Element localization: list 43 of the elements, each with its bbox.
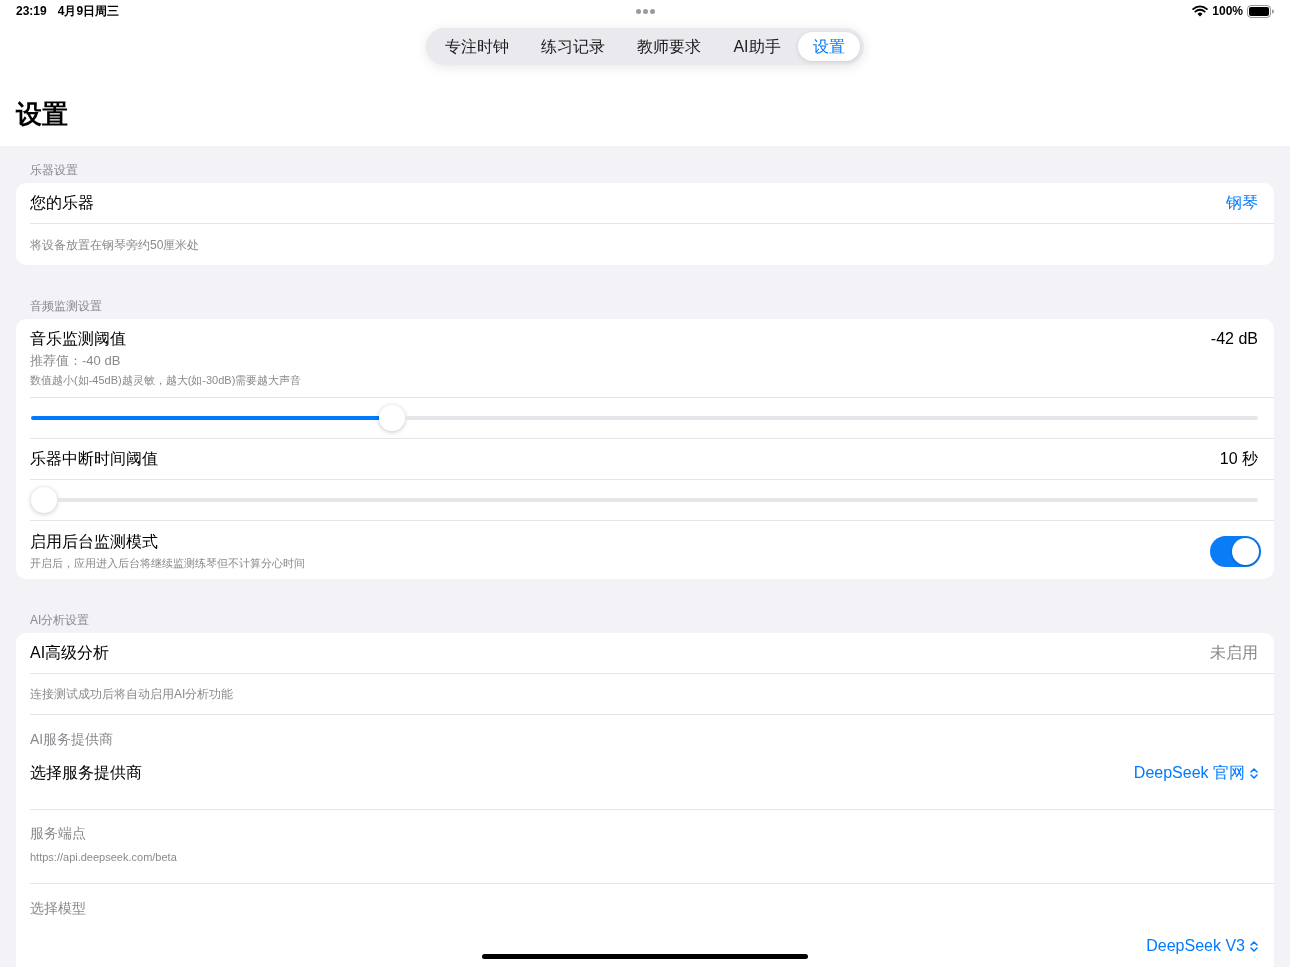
page-title: 设置 bbox=[14, 98, 69, 131]
caption-text: AI服务提供商 bbox=[30, 730, 114, 748]
slider-thumb[interactable] bbox=[31, 487, 57, 513]
slider[interactable] bbox=[31, 405, 1258, 431]
caption-text: 服务端点 bbox=[30, 824, 86, 842]
battery-icon bbox=[1247, 4, 1274, 18]
tab[interactable]: AI助手 bbox=[718, 32, 796, 61]
value-text: 10 秒 bbox=[1219, 449, 1258, 469]
slider[interactable] bbox=[31, 487, 1258, 513]
status-time: 23:19 bbox=[16, 4, 47, 18]
tab[interactable]: 设置 bbox=[797, 32, 860, 61]
picker-button[interactable]: DeepSeek 官网 bbox=[1133, 763, 1258, 783]
value-text: -42 dB bbox=[1210, 329, 1258, 349]
note-text: 开启后，应用进入后台将继续监测练琴但不计算分心时间 bbox=[30, 556, 305, 570]
note-text: 连接测试成功后将自动启用AI分析功能 bbox=[30, 686, 234, 702]
caption-text: 选择模型 bbox=[30, 899, 86, 917]
status-date: 4月9日周三 bbox=[57, 4, 120, 18]
hint-text: 推荐值：-40 dB bbox=[30, 353, 121, 369]
value-link[interactable]: 钢琴 bbox=[1226, 193, 1258, 213]
note-text: 数值越小(如-45dB)越灵敏，越大(如-30dB)需要越大声音 bbox=[30, 373, 302, 387]
status-text: 未启用 bbox=[1210, 643, 1258, 663]
setting-label: AI高级分析 bbox=[30, 643, 110, 663]
toggle-switch[interactable] bbox=[1210, 535, 1261, 567]
tab[interactable]: 练习记录 bbox=[526, 32, 621, 61]
battery-percent: 100% bbox=[1212, 4, 1243, 18]
tab[interactable]: 教师要求 bbox=[622, 32, 717, 61]
section-header: 音频监测设置 bbox=[29, 298, 103, 315]
three-dots-icon[interactable] bbox=[636, 9, 655, 14]
wifi-icon bbox=[1192, 5, 1209, 17]
setting-label: 音乐监测阈值 bbox=[30, 329, 126, 349]
setting-label: 您的乐器 bbox=[30, 193, 94, 213]
endpoint-text: https://api.deepseek.com/beta bbox=[30, 850, 177, 864]
tab[interactable]: 专注时钟 bbox=[430, 32, 525, 61]
setting-label: 启用后台监测模式 bbox=[30, 532, 158, 552]
section-header: 乐器设置 bbox=[29, 162, 79, 179]
setting-label: 乐器中断时间阈值 bbox=[30, 449, 158, 469]
slider-thumb[interactable] bbox=[379, 405, 406, 431]
chevron-up-down-icon bbox=[1250, 766, 1258, 780]
picker-button[interactable]: DeepSeek V3 bbox=[1146, 936, 1258, 956]
setting-label: 选择服务提供商 bbox=[30, 763, 142, 783]
note-text: 将设备放置在钢琴旁约50厘米处 bbox=[30, 236, 200, 253]
section-header: AI分析设置 bbox=[29, 612, 91, 629]
chevron-up-down-icon bbox=[1250, 939, 1258, 953]
